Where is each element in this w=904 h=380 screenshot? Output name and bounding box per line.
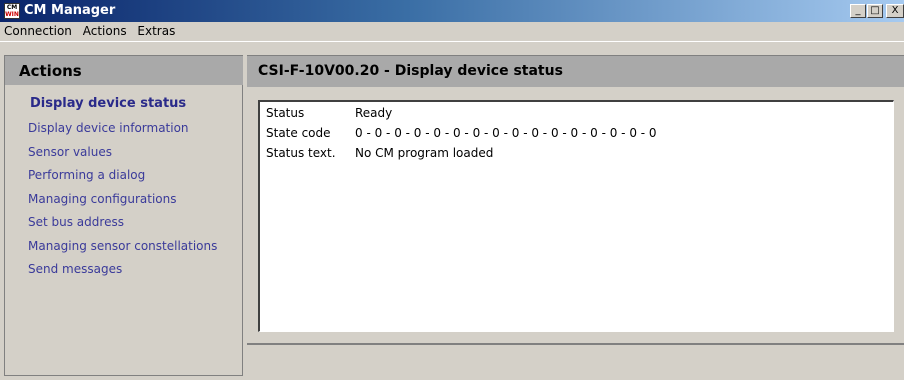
menu-connection[interactable]: Connection <box>0 22 75 38</box>
actions-header-label: Actions <box>19 62 82 80</box>
menu-bar: Connection Actions Extras <box>0 22 904 42</box>
window-bottom-edge <box>0 376 904 380</box>
action-send-messages[interactable]: Send messages <box>28 262 122 276</box>
status-text-value: No CM program loaded <box>355 146 494 160</box>
action-managing-configurations[interactable]: Managing configurations <box>28 192 177 206</box>
action-managing-sensor-constellations[interactable]: Managing sensor constellations <box>28 239 217 253</box>
status-display: Status Ready State code 0 - 0 - 0 - 0 - 0 … <box>258 100 894 332</box>
action-sensor-values[interactable]: Sensor values <box>28 145 112 159</box>
minimize-button[interactable]: _ <box>850 4 866 18</box>
action-display-device-information[interactable]: Display device information <box>28 121 189 135</box>
window-title: CM Manager <box>24 3 116 18</box>
status-key: Status <box>266 106 305 120</box>
maximize-button[interactable]: □ <box>867 4 883 18</box>
state-code-key: State code <box>266 126 331 140</box>
title-bar[interactable]: CM WIN CM Manager _ □ X <box>0 0 904 22</box>
status-text-key: Status text. <box>266 146 336 160</box>
status-text-row: Status text. No CM program loaded <box>266 146 493 160</box>
status-row: Status Ready <box>266 106 392 120</box>
app-icon-text-bottom: WIN <box>5 11 19 18</box>
menu-actions[interactable]: Actions <box>79 22 130 38</box>
state-code-row: State code 0 - 0 - 0 - 0 - 0 - 0 - 0 - 0 … <box>266 126 657 140</box>
status-value: Ready <box>355 106 393 120</box>
action-display-device-status[interactable]: Display device status <box>30 96 186 111</box>
action-performing-a-dialog[interactable]: Performing a dialog <box>28 168 145 182</box>
app-icon[interactable]: CM WIN <box>4 3 20 19</box>
action-set-bus-address[interactable]: Set bus address <box>28 215 124 229</box>
content-title: CSI-F-10V00.20 - Display device status <box>258 63 563 79</box>
state-code-value: 0 - 0 - 0 - 0 - 0 - 0 - 0 - 0 - 0 - 0 - … <box>355 126 657 140</box>
content-footer <box>247 343 904 376</box>
app-icon-text-top: CM <box>6 4 18 11</box>
actions-header: Actions <box>4 55 243 85</box>
action-list: Display device status Display device inf… <box>4 85 243 376</box>
close-button[interactable]: X <box>886 4 904 18</box>
menu-extras[interactable]: Extras <box>133 22 178 38</box>
content-header: CSI-F-10V00.20 - Display device status <box>247 55 904 87</box>
